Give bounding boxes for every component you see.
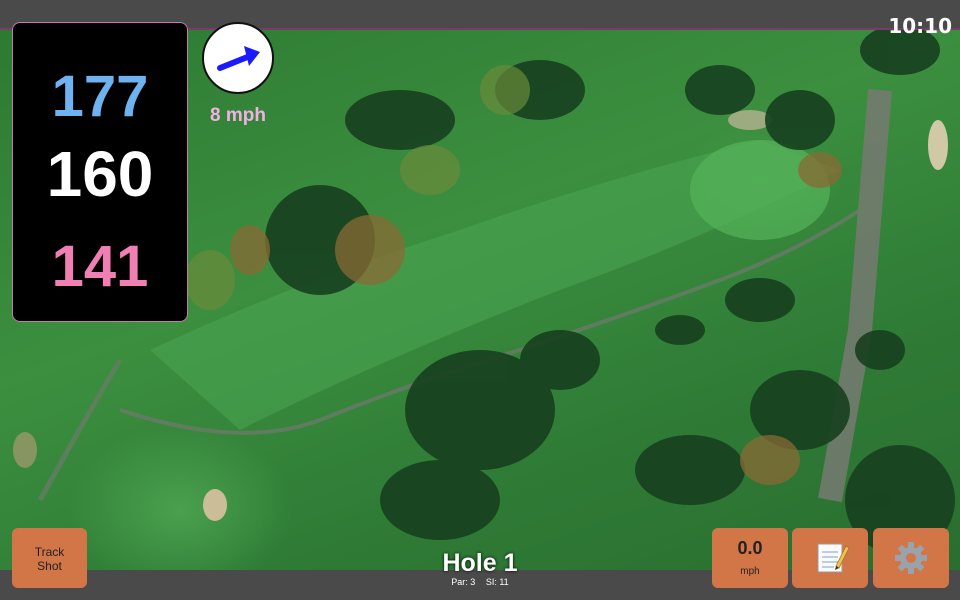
hole-stroke-index: SI: 11 [485, 577, 509, 587]
bunker [13, 432, 37, 468]
hole-info: Par: 3 SI: 11 [380, 577, 580, 587]
clock-time: 10:10 [888, 14, 952, 38]
speed-unit: mph [740, 566, 760, 577]
speed-value: 0.0 [737, 538, 763, 558]
road [818, 89, 892, 503]
bunker [928, 120, 948, 170]
speed-button[interactable]: 0.0 mph [712, 528, 788, 588]
track-shot-button[interactable]: Track Shot [12, 528, 87, 588]
notepad-icon [817, 543, 850, 573]
notes-button[interactable] [792, 528, 868, 588]
back-distance: 177 [51, 64, 149, 129]
track-shot-label-line2: Shot [37, 559, 62, 573]
bunker [203, 489, 227, 521]
wind-direction-arrow-icon [217, 46, 260, 71]
wind-speed: 8 mph [210, 105, 266, 126]
wind-indicator[interactable] [202, 22, 274, 94]
hole-title: Hole 1 [442, 549, 518, 577]
middle-distance: 160 [46, 138, 154, 210]
front-distance: 141 [51, 234, 149, 299]
hole-par: Par: 3 [451, 577, 476, 587]
gear-icon [895, 542, 927, 574]
distance-panel: 177 160 141 [12, 22, 188, 322]
cart-path [37, 358, 123, 502]
track-shot-label-line1: Track [34, 545, 65, 559]
settings-button[interactable] [873, 528, 949, 588]
